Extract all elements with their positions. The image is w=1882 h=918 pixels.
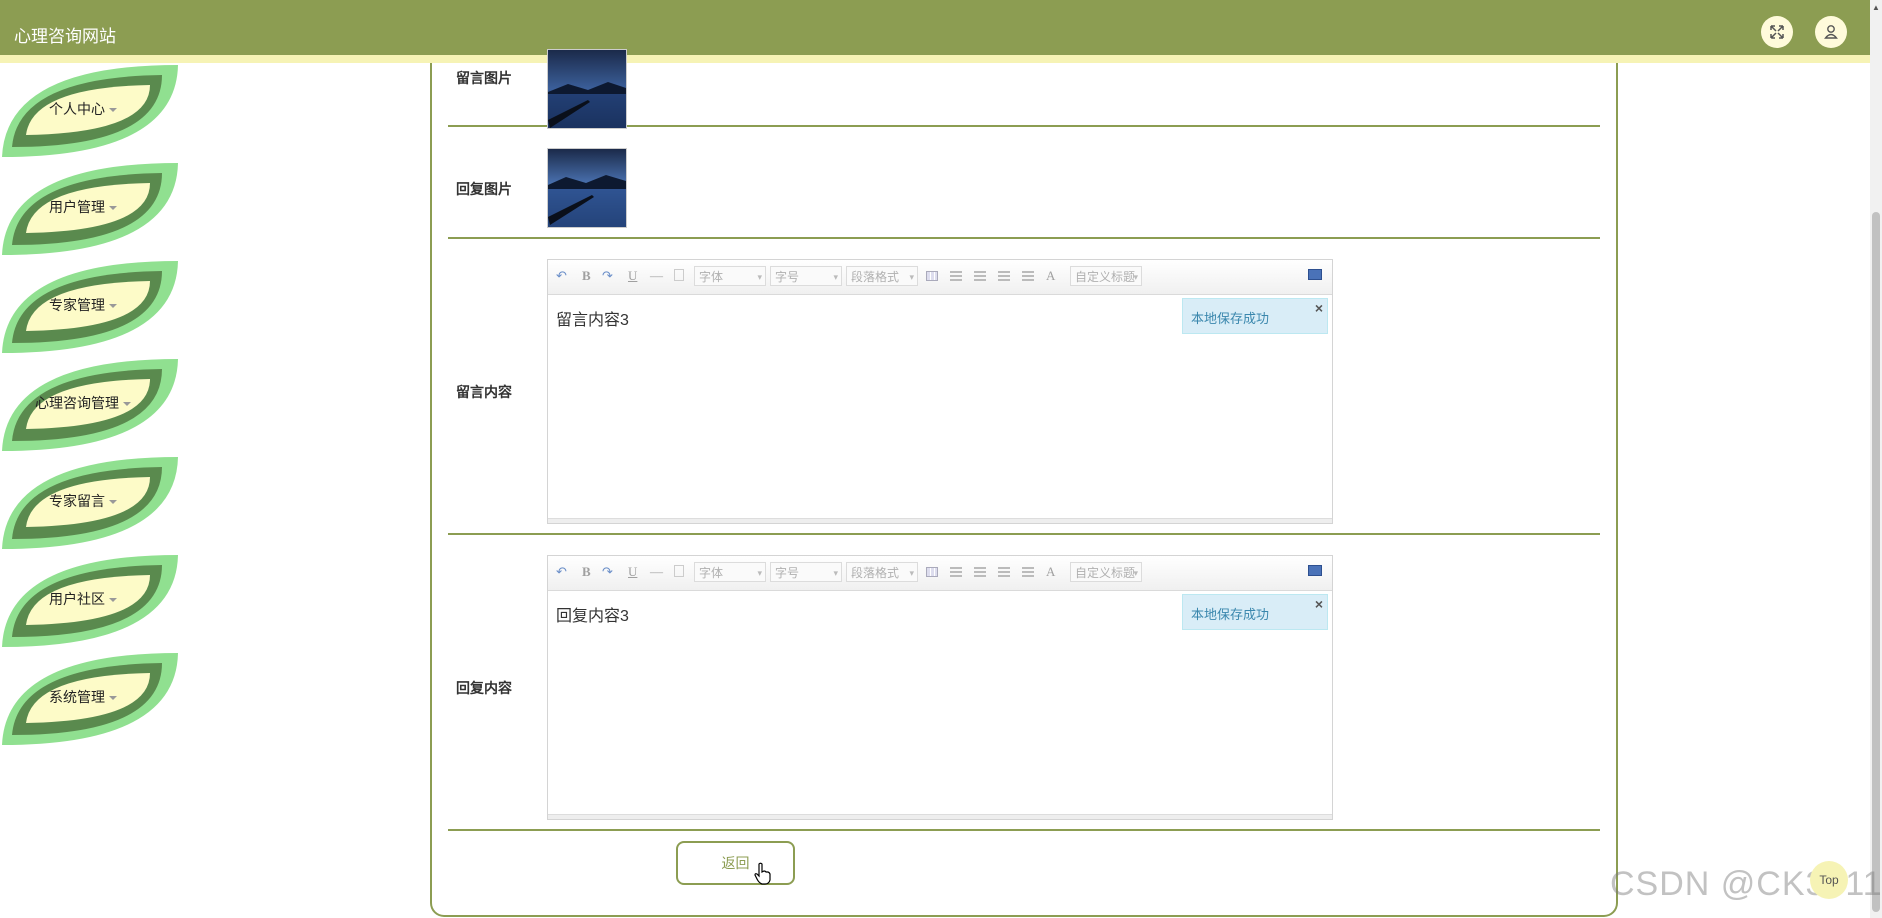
align-justify-icon[interactable]: [1022, 567, 1034, 577]
caret-down-icon: [109, 206, 117, 211]
underline-button[interactable]: U: [628, 564, 637, 580]
sidebar-item-label: 用户社区: [49, 591, 105, 607]
table-icon[interactable]: [926, 271, 938, 281]
notice-text: 本地保存成功: [1191, 311, 1270, 326]
horizontal-rule-icon[interactable]: —: [650, 268, 663, 284]
caret-down-icon: [109, 696, 117, 701]
local-save-notice: 本地保存成功 ×: [1182, 298, 1328, 334]
table-icon[interactable]: [926, 567, 938, 577]
user-button[interactable]: [1815, 16, 1847, 48]
back-to-top-button[interactable]: Top: [1810, 861, 1848, 899]
page-scrollbar[interactable]: ▲: [1870, 0, 1882, 918]
sidebar-item-user-community[interactable]: 用户社区: [0, 553, 180, 651]
sidebar-item-label: 专家管理: [49, 297, 105, 313]
message-rich-text-editor[interactable]: ↶ B ↷ U — 字体 字号 段落格式 A 自定义标题 留言内容3 本地: [547, 259, 1333, 524]
reply-image-row: 回复图片: [448, 127, 1600, 239]
font-size-select[interactable]: 字号: [770, 266, 842, 287]
align-left-icon[interactable]: [950, 567, 962, 577]
sidebar-menu: 个人中心 用户管理 专家管理 心理咨询管理 专家留言 用户社区 系统管理: [0, 63, 180, 749]
editor-toolbar: ↶ B ↷ U — 字体 字号 段落格式 A 自定义标题: [548, 260, 1332, 295]
horizontal-rule-icon[interactable]: —: [650, 564, 663, 580]
top-header: 心理咨询网站: [0, 0, 1870, 63]
message-image-thumbnail[interactable]: [547, 49, 627, 129]
sidebar-item-expert-management[interactable]: 专家管理: [0, 259, 180, 357]
close-icon[interactable]: ×: [1315, 596, 1323, 612]
font-size-select[interactable]: 字号: [770, 562, 842, 583]
align-center-icon[interactable]: [998, 567, 1010, 577]
local-save-notice: 本地保存成功 ×: [1182, 594, 1328, 630]
redo-icon[interactable]: ↷: [602, 564, 613, 580]
align-center-icon[interactable]: [998, 271, 1010, 281]
bold-button[interactable]: B: [582, 564, 591, 580]
night-lake-image: [548, 149, 626, 227]
caret-down-icon: [123, 402, 131, 407]
sidebar-item-system-management[interactable]: 系统管理: [0, 651, 180, 749]
caret-down-icon: [109, 500, 117, 505]
caret-down-icon: [109, 108, 117, 113]
sidebar-item-label: 系统管理: [49, 689, 105, 705]
message-image-row: 留言图片: [448, 49, 1600, 129]
site-title: 心理咨询网站: [14, 27, 116, 46]
sidebar-item-label: 专家留言: [49, 493, 105, 509]
align-justify-icon[interactable]: [1022, 271, 1034, 281]
bold-button[interactable]: B: [582, 268, 591, 284]
align-right-icon[interactable]: [974, 271, 986, 281]
scroll-thumb[interactable]: [1872, 212, 1880, 912]
undo-icon[interactable]: ↶: [556, 268, 567, 284]
font-color-button[interactable]: A: [1046, 268, 1055, 284]
back-button[interactable]: 返回: [676, 841, 795, 885]
align-right-icon[interactable]: [974, 567, 986, 577]
undo-icon[interactable]: ↶: [556, 564, 567, 580]
document-icon[interactable]: [674, 565, 684, 577]
paragraph-format-select[interactable]: 段落格式: [846, 562, 918, 583]
custom-title-select[interactable]: 自定义标题: [1070, 562, 1142, 583]
sidebar-item-label: 个人中心: [49, 101, 105, 117]
caret-down-icon: [109, 304, 117, 309]
sidebar-item-label: 用户管理: [49, 199, 105, 215]
reply-image-thumbnail[interactable]: [547, 148, 627, 228]
font-color-button[interactable]: A: [1046, 564, 1055, 580]
fullscreen-button[interactable]: [1761, 16, 1793, 48]
preview-monitor-icon[interactable]: [1308, 269, 1322, 280]
reply-content-row: 回复内容 ↶ B ↷ U — 字体 字号 段落格式 A 自定义标题: [448, 535, 1600, 831]
editor-resize-bar[interactable]: [548, 518, 1332, 523]
detail-form-panel: 留言图片 回复图片 留言内容 ↶ B ↷ U — 字体 ▾ 字号 ▾ 段落格式 …: [430, 49, 1618, 917]
night-lake-image: [548, 50, 626, 128]
close-icon[interactable]: ×: [1315, 300, 1323, 316]
notice-text: 本地保存成功: [1191, 607, 1270, 622]
paragraph-format-select[interactable]: 段落格式: [846, 266, 918, 287]
reply-content-label: 回复内容: [456, 680, 512, 696]
message-image-label: 留言图片: [456, 70, 512, 86]
editor-content[interactable]: 回复内容3: [556, 602, 629, 626]
document-icon[interactable]: [674, 269, 684, 281]
expand-icon: [1770, 25, 1784, 39]
font-family-select[interactable]: 字体: [694, 266, 766, 287]
sidebar-item-consultation-management[interactable]: 心理咨询管理: [0, 357, 180, 455]
sidebar-item-user-management[interactable]: 用户管理: [0, 161, 180, 259]
redo-icon[interactable]: ↷: [602, 268, 613, 284]
editor-resize-bar[interactable]: [548, 814, 1332, 819]
sidebar-item-expert-messages[interactable]: 专家留言: [0, 455, 180, 553]
message-content-row: 留言内容 ↶ B ↷ U — 字体 字号 段落格式 A 自定义标题: [448, 239, 1600, 535]
reply-image-label: 回复图片: [456, 181, 512, 197]
sidebar-item-label: 心理咨询管理: [35, 395, 119, 411]
user-icon: [1824, 25, 1838, 39]
reply-rich-text-editor[interactable]: ↶ B ↷ U — 字体 字号 段落格式 A 自定义标题 回复内容3 本地: [547, 555, 1333, 820]
sidebar-item-personal-center[interactable]: 个人中心: [0, 63, 180, 161]
caret-down-icon: [109, 598, 117, 603]
message-content-label: 留言内容: [456, 384, 512, 400]
hand-pointer-cursor-icon: [754, 862, 771, 885]
align-left-icon[interactable]: [950, 271, 962, 281]
editor-toolbar: ↶ B ↷ U — 字体 字号 段落格式 A 自定义标题: [548, 556, 1332, 591]
custom-title-select[interactable]: 自定义标题: [1070, 266, 1142, 287]
font-family-select[interactable]: 字体: [694, 562, 766, 583]
preview-monitor-icon[interactable]: [1308, 565, 1322, 576]
underline-button[interactable]: U: [628, 268, 637, 284]
editor-content[interactable]: 留言内容3: [556, 306, 629, 330]
scroll-up-arrow-icon[interactable]: ▲: [1870, 0, 1882, 14]
